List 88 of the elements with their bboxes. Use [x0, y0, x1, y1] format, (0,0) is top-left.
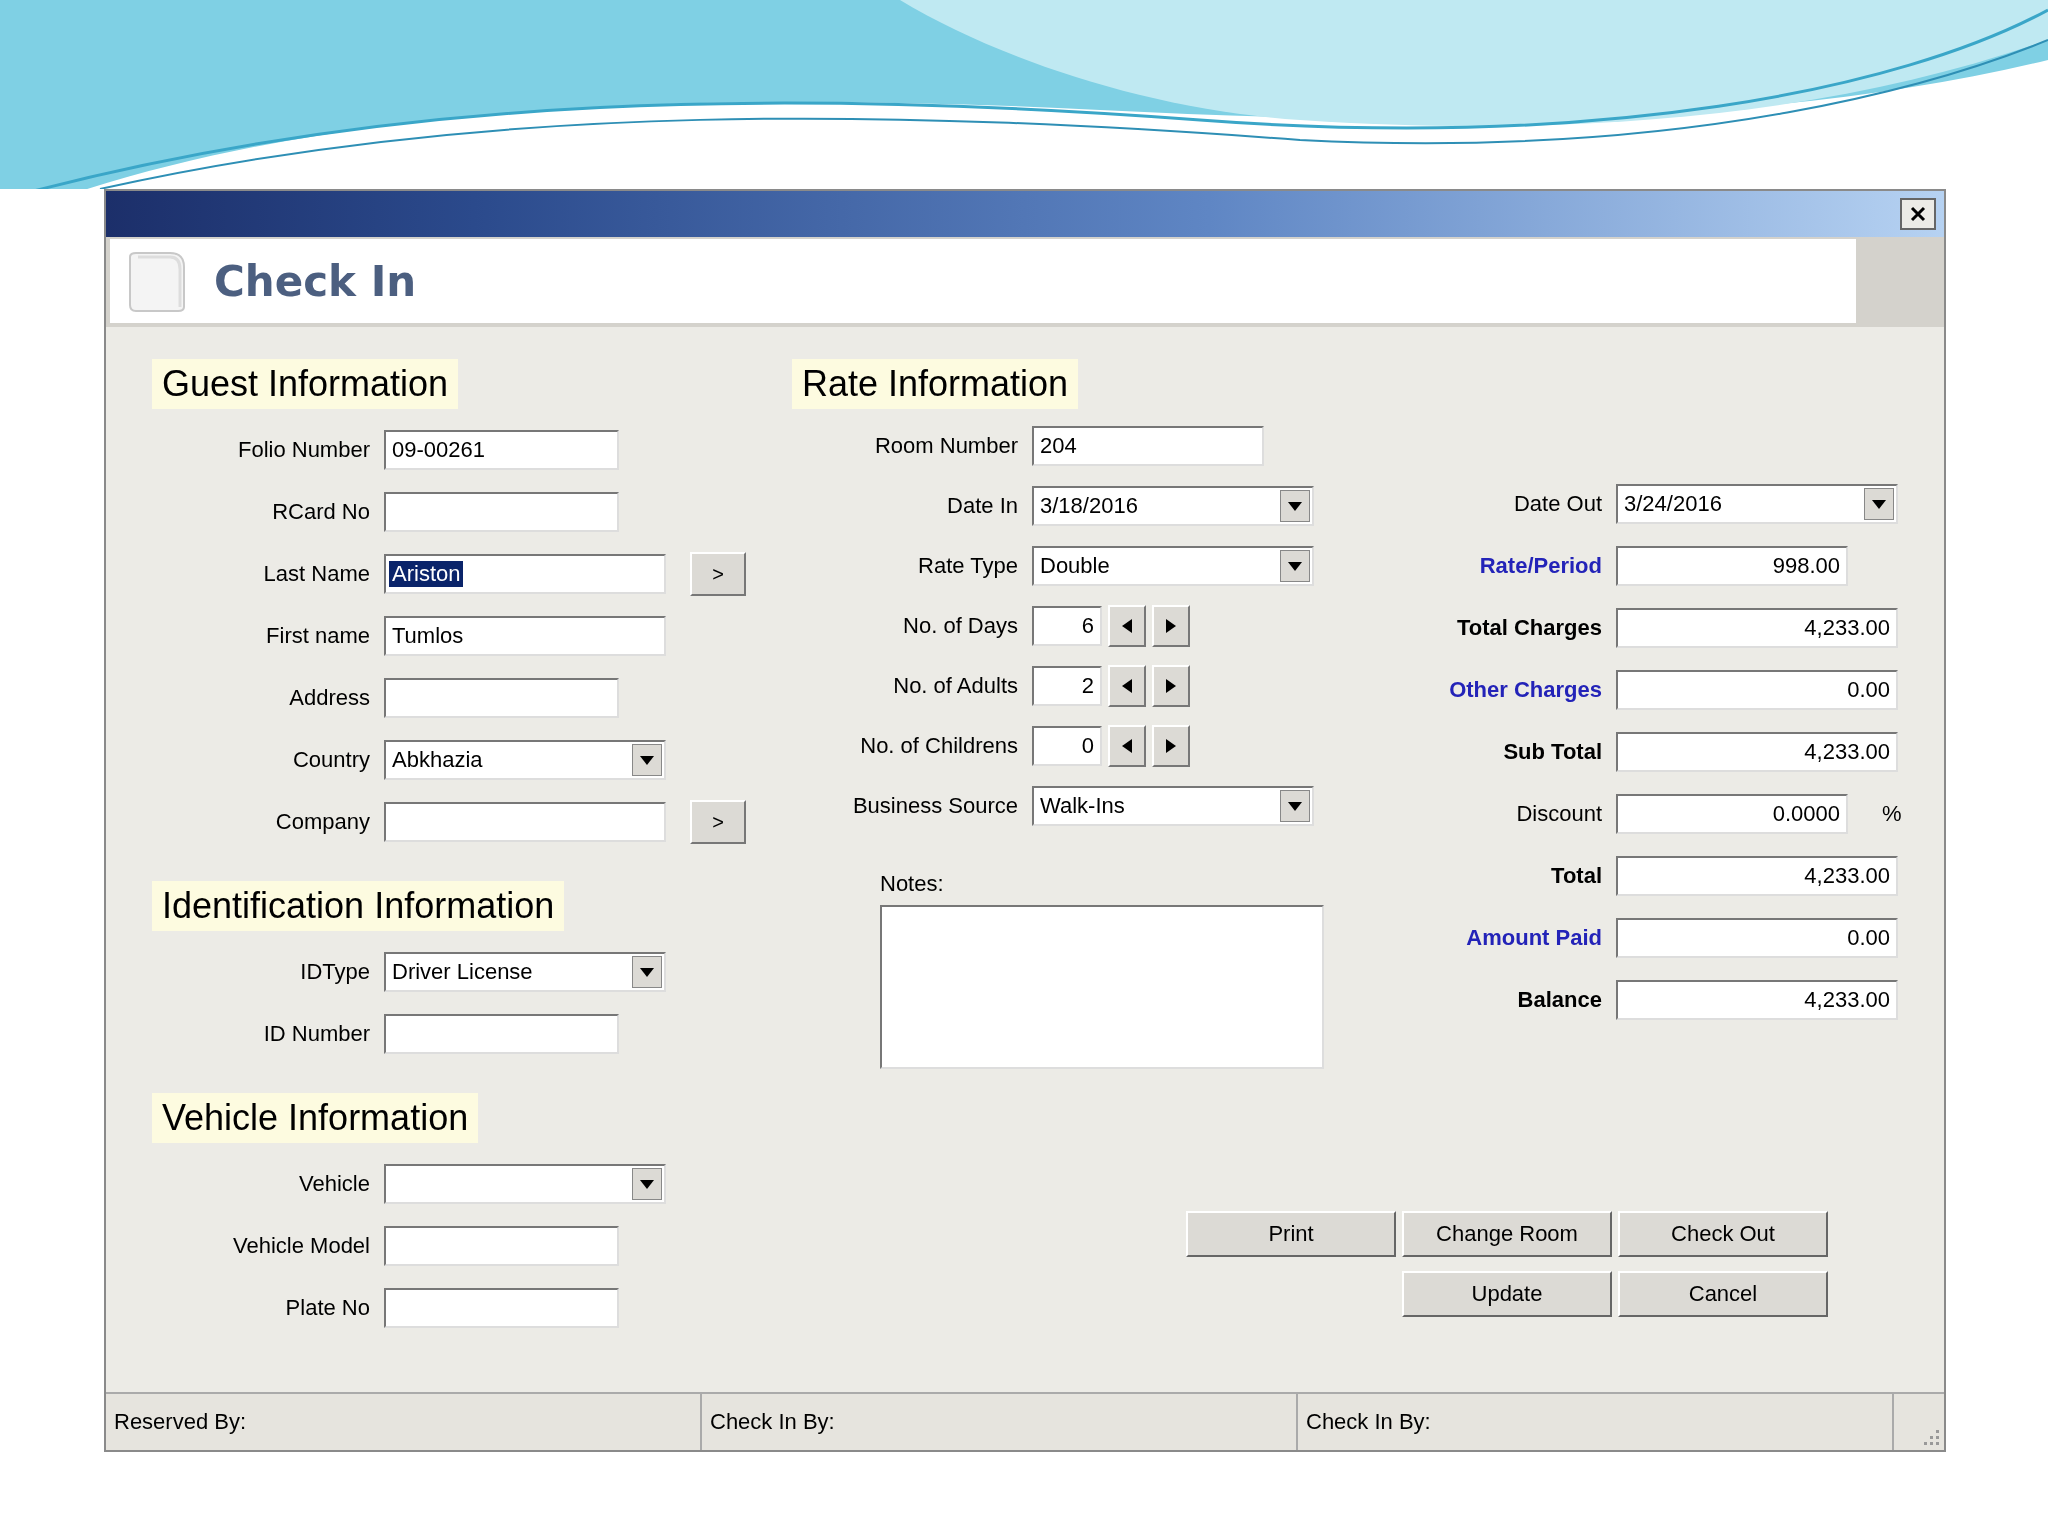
percent-sign: % — [1882, 801, 1902, 827]
field-label: First name — [265, 623, 370, 649]
status-cell: Check In By: — [1298, 1394, 1894, 1450]
section-heading: Guest Information — [152, 359, 459, 409]
dropdown[interactable]: 3/24/2016 — [1616, 484, 1898, 524]
status-cell: Check In By: — [702, 1394, 1298, 1450]
field-label: Room Number — [873, 433, 1018, 459]
increment-button[interactable] — [1152, 725, 1190, 767]
text-field[interactable]: Tumlos — [384, 616, 666, 656]
field-label: RCard No — [271, 499, 370, 525]
field-label: Plate No — [284, 1295, 370, 1321]
field-label: Country — [291, 747, 370, 773]
dropdown[interactable] — [384, 1164, 666, 1204]
notes-field[interactable] — [880, 905, 1324, 1069]
amount-field[interactable]: 4,233.00 — [1616, 856, 1898, 896]
text-field[interactable]: 09-00261 — [384, 430, 619, 470]
field-label: Amount Paid — [1465, 925, 1602, 951]
right-arrow-icon — [1166, 739, 1176, 753]
dropdown[interactable]: Driver License — [384, 952, 666, 992]
text-field[interactable] — [384, 1226, 619, 1266]
field-label: Total Charges — [1455, 615, 1602, 641]
dropdown[interactable]: Double — [1032, 546, 1314, 586]
right-arrow-icon — [1166, 619, 1176, 633]
text-field[interactable] — [384, 1288, 619, 1328]
field-label: Vehicle — [298, 1171, 370, 1197]
number-field[interactable]: 2 — [1032, 666, 1102, 706]
field-label: Date Out — [1512, 491, 1602, 517]
field-label: Balance — [1516, 987, 1602, 1013]
field-label: Rate/Period — [1478, 553, 1602, 579]
text-field[interactable] — [384, 1014, 619, 1054]
field-label: Discount — [1515, 801, 1602, 827]
close-button[interactable] — [1900, 198, 1936, 230]
lookup-button[interactable]: > — [690, 800, 746, 844]
field-label: Other Charges — [1448, 677, 1602, 703]
amount-field[interactable]: 0.00 — [1616, 918, 1898, 958]
amount-field[interactable]: 998.00 — [1616, 546, 1848, 586]
text-field[interactable] — [384, 802, 666, 842]
section-heading: Vehicle Information — [152, 1093, 479, 1143]
field-label: Rate Type — [917, 553, 1018, 579]
dropdown[interactable]: Abkhazia — [384, 740, 666, 780]
left-arrow-icon — [1122, 739, 1132, 753]
cancel-button[interactable]: Cancel — [1618, 1271, 1828, 1317]
field-label: IDType — [299, 959, 370, 985]
number-field[interactable]: 0 — [1032, 726, 1102, 766]
field-label: ID Number — [262, 1021, 370, 1047]
decrement-button[interactable] — [1108, 725, 1146, 767]
field-label: Vehicle Model — [232, 1233, 370, 1259]
decrement-button[interactable] — [1108, 605, 1146, 647]
status-cell: Reserved By: — [106, 1394, 702, 1450]
increment-button[interactable] — [1152, 665, 1190, 707]
print-button[interactable]: Print — [1186, 1211, 1396, 1257]
increment-button[interactable] — [1152, 605, 1190, 647]
field-label: Date In — [946, 493, 1018, 519]
field-label: Total — [1550, 863, 1602, 889]
field-label: Last Name — [262, 561, 370, 587]
change-room-button[interactable]: Change Room — [1402, 1211, 1612, 1257]
field-label: Business Source — [851, 793, 1018, 819]
dropdown[interactable]: Walk-Ins — [1032, 786, 1314, 826]
amount-field[interactable]: 4,233.00 — [1616, 732, 1898, 772]
section-heading: Rate Information — [792, 359, 1079, 409]
field-label: Address — [288, 685, 370, 711]
section-heading: Identification Information — [152, 881, 565, 931]
lookup-button[interactable]: > — [690, 552, 746, 596]
field-label: Folio Number — [236, 437, 370, 463]
right-arrow-icon — [1166, 679, 1176, 693]
close-icon — [1908, 204, 1928, 224]
field-label: No. of Childrens — [859, 733, 1018, 759]
amount-field[interactable]: 4,233.00 — [1616, 608, 1898, 648]
left-arrow-icon — [1122, 619, 1132, 633]
amount-field[interactable]: 0.00 — [1616, 670, 1898, 710]
field-label: No. of Adults — [892, 673, 1018, 699]
update-button[interactable]: Update — [1402, 1271, 1612, 1317]
notes-label: Notes: — [880, 871, 944, 897]
text-field[interactable] — [384, 678, 619, 718]
text-field[interactable]: 204 — [1032, 426, 1264, 466]
amount-field[interactable]: 4,233.00 — [1616, 980, 1898, 1020]
field-label: No. of Days — [902, 613, 1018, 639]
amount-field[interactable]: 0.0000 — [1616, 794, 1848, 834]
number-field[interactable]: 6 — [1032, 606, 1102, 646]
text-field[interactable]: Ariston — [384, 554, 666, 594]
decrement-button[interactable] — [1108, 665, 1146, 707]
window-title: Check In — [214, 256, 417, 306]
field-label: Company — [274, 809, 370, 835]
check-out-button[interactable]: Check Out — [1618, 1211, 1828, 1257]
field-label: Sub Total — [1502, 739, 1602, 765]
dropdown[interactable]: 3/18/2016 — [1032, 486, 1314, 526]
left-arrow-icon — [1122, 679, 1132, 693]
text-field[interactable] — [384, 492, 619, 532]
